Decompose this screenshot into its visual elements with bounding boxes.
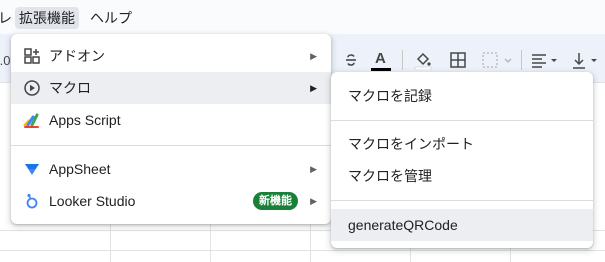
submenu-item-label: マクロを記録 <box>348 88 432 104</box>
toolbar-separator <box>521 50 522 70</box>
menu-item-label: Apps Script <box>49 112 121 128</box>
fill-color-icon[interactable] <box>412 50 434 72</box>
appsheet-icon <box>23 160 41 178</box>
menubar-item-partial[interactable]: レ <box>0 7 16 29</box>
text-color-letter: A <box>375 50 386 67</box>
menu-item-macros[interactable]: マクロ ▶ <box>11 72 331 104</box>
apps-script-icon <box>23 111 41 129</box>
menu-separator <box>331 120 593 121</box>
menu-item-looker-studio[interactable]: Looker Studio 新機能 ▶ <box>11 185 331 217</box>
submenu-item-generate-qr-code[interactable]: generateQRCode <box>331 209 593 241</box>
menu-separator <box>331 200 593 201</box>
submenu-item-label: マクロをインポート <box>348 136 474 152</box>
menu-item-addons[interactable]: アドオン ▶ <box>11 40 331 72</box>
menu-separator <box>11 145 331 146</box>
macro-submenu: マクロを記録 マクロをインポート マクロを管理 generateQRCode <box>331 72 593 248</box>
submenu-arrow-icon: ▶ <box>310 82 317 93</box>
toolbar-separator <box>402 50 403 70</box>
menu-item-appsheet[interactable]: AppSheet ▶ <box>11 153 331 185</box>
menu-item-label: アドオン <box>49 48 105 64</box>
extensions-menu: アドオン ▶ マクロ ▶ Apps Script AppSheet ▶ Look… <box>11 34 331 224</box>
menubar-item-extensions[interactable]: 拡張機能 <box>15 7 79 29</box>
submenu-arrow-icon: ▶ <box>310 195 317 206</box>
menu-item-label: マクロ <box>49 80 91 96</box>
menu-item-label: Looker Studio <box>49 193 136 209</box>
text-color-bar <box>371 68 391 71</box>
merge-cells-icon[interactable] <box>480 50 514 72</box>
text-color-button[interactable]: A <box>370 50 392 72</box>
submenu-arrow-icon: ▶ <box>310 163 317 174</box>
play-circle-icon <box>23 79 41 97</box>
menubar-item-help[interactable]: ヘルプ <box>86 7 136 29</box>
borders-icon[interactable] <box>447 50 469 72</box>
menu-item-apps-script[interactable]: Apps Script <box>11 104 331 136</box>
addon-icon <box>23 47 41 65</box>
submenu-item-manage-macros[interactable]: マクロを管理 <box>331 160 593 192</box>
submenu-item-import-macro[interactable]: マクロをインポート <box>331 128 593 160</box>
submenu-arrow-icon: ▶ <box>310 50 317 61</box>
menubar: レ 拡張機能 ヘルプ <box>0 0 605 34</box>
submenu-item-record-macro[interactable]: マクロを記録 <box>331 80 593 112</box>
vertical-align-icon[interactable] <box>570 50 602 72</box>
new-feature-badge: 新機能 <box>253 192 298 210</box>
strikethrough-icon[interactable] <box>340 50 362 72</box>
looker-studio-icon <box>23 192 41 210</box>
submenu-item-label: generateQRCode <box>348 217 458 233</box>
menu-item-label: AppSheet <box>49 161 111 177</box>
submenu-item-label: マクロを管理 <box>348 168 432 184</box>
grid-line <box>0 250 605 251</box>
horizontal-align-icon[interactable] <box>530 50 562 72</box>
